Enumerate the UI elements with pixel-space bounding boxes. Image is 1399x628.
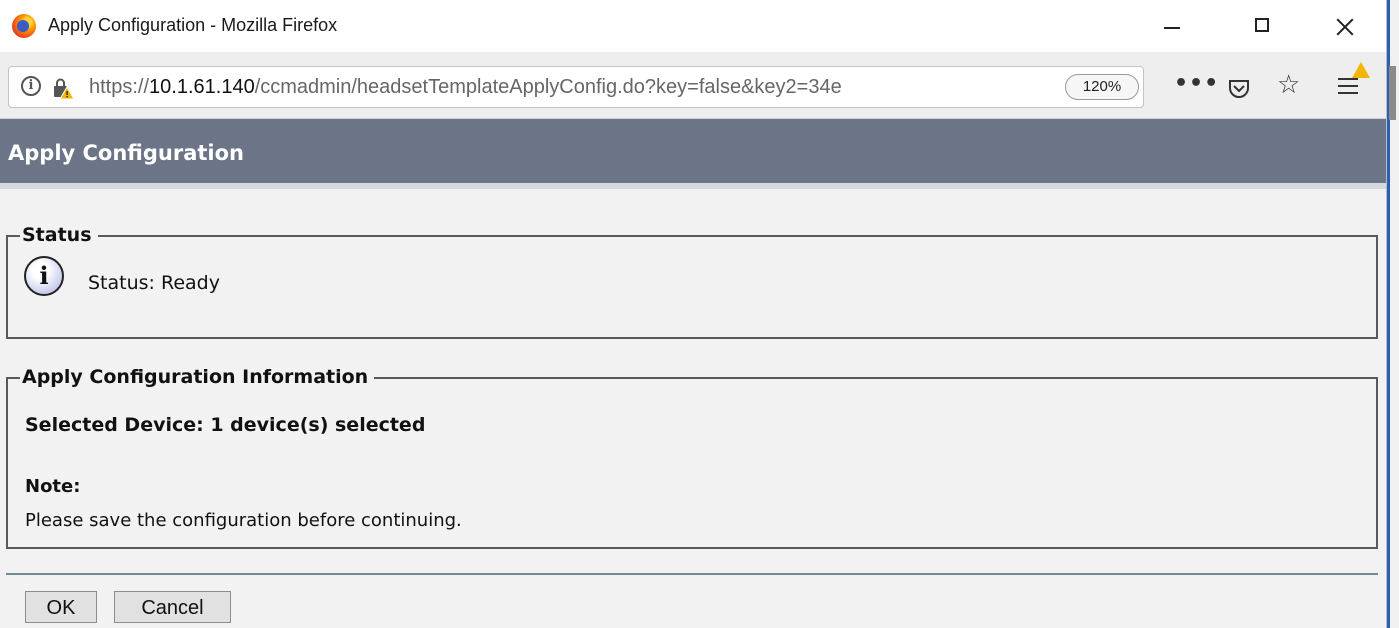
url-host: 10.1.61.140 [149,76,255,98]
apply-configuration-information-section: Apply Configuration Information Selected… [6,366,1378,549]
bookmark-star-icon[interactable]: ☆ [1277,72,1300,98]
maximize-button[interactable] [1240,6,1286,46]
lock-warning-icon[interactable] [51,76,75,100]
page-title: Apply Configuration [8,141,244,165]
url-text[interactable]: https://10.1.61.140/ccmadmin/headsetTemp… [89,76,1049,99]
info-icon: i [24,256,64,296]
menu-icon[interactable] [1338,78,1362,98]
info-legend: Apply Configuration Information [20,366,375,388]
info-icon[interactable]: i [21,76,41,96]
more-icon[interactable]: ••• [1174,72,1219,96]
window-titlebar: Apply Configuration - Mozilla Firefox [0,0,1386,52]
window-edge-scrollbar[interactable] [1386,0,1399,628]
close-window-button[interactable] [1322,6,1368,46]
note-label: Note: [25,476,81,497]
url-prefix: https:// [89,76,150,98]
page-header: Apply Configuration [0,119,1386,189]
divider [6,573,1378,575]
scrollbar-thumb[interactable] [1389,66,1396,120]
zoom-level-badge[interactable]: 120% [1065,74,1139,100]
selected-device-text: Selected Device: 1 device(s) selected [25,414,426,436]
ok-button[interactable]: OK [25,591,97,623]
status-legend: Status [20,224,98,246]
update-warning-icon [1352,62,1370,78]
cancel-button[interactable]: Cancel [114,591,231,623]
firefox-logo-icon [12,14,36,38]
pocket-icon[interactable] [1228,79,1250,99]
status-text: Status: Ready [88,272,220,294]
minimize-button[interactable] [1148,6,1194,46]
status-section: Status i Status: Ready [6,224,1378,339]
window-title: Apply Configuration - Mozilla Firefox [48,15,338,35]
url-path: /ccmadmin/headsetTemplateApplyConfig.do?… [254,76,842,98]
note-text: Please save the configuration before con… [25,510,462,531]
url-bar[interactable]: i https://10.1.61.140/ccmadmin/headsetTe… [8,66,1144,108]
